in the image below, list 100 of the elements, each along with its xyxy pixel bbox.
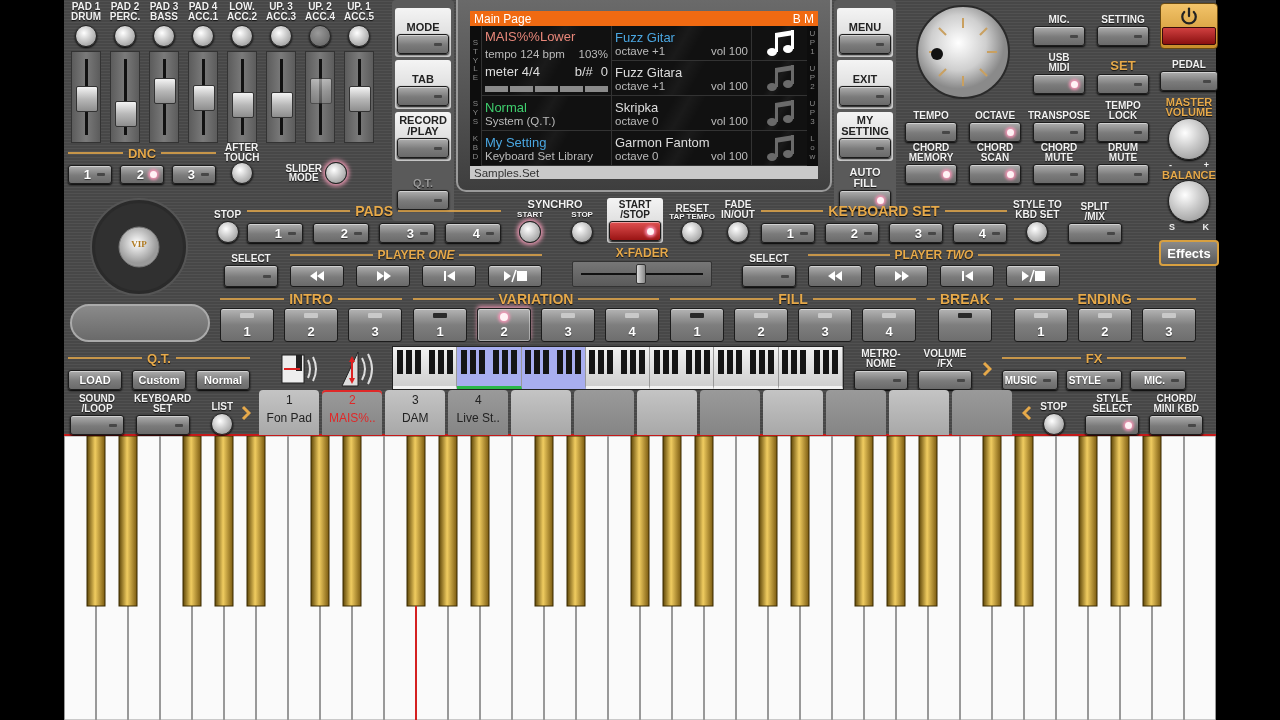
panel-button[interactable] — [969, 122, 1021, 142]
panel-button[interactable] — [918, 370, 972, 390]
section-button[interactable]: 1 — [413, 308, 467, 342]
knob[interactable] — [216, 221, 239, 243]
transport-button[interactable] — [488, 265, 542, 287]
fader-thumb[interactable] — [271, 91, 293, 118]
keyboard-set-button[interactable]: 1 — [760, 223, 815, 243]
pad-button[interactable]: 3 — [379, 223, 436, 243]
side-button[interactable] — [839, 138, 891, 158]
knob[interactable] — [211, 413, 234, 435]
section-button[interactable]: 2 — [734, 308, 788, 342]
select-button[interactable] — [224, 265, 278, 287]
channel-knob[interactable] — [270, 25, 292, 47]
fader-thumb[interactable] — [349, 85, 371, 112]
fader-thumb[interactable] — [310, 78, 332, 105]
section-button[interactable]: 1 — [1013, 308, 1068, 342]
panel-button[interactable] — [1033, 122, 1085, 142]
panel-button[interactable] — [1097, 122, 1149, 142]
mini-keyboard[interactable] — [392, 346, 844, 390]
pad-button[interactable]: 1 — [247, 223, 304, 243]
side-button[interactable] — [397, 34, 449, 54]
section-button[interactable]: 3 — [541, 308, 595, 342]
voice-slot[interactable]: Fuzz Gitar octave +1 vol 100 — [611, 26, 751, 61]
knob[interactable] — [727, 221, 749, 243]
channel-knob[interactable] — [192, 25, 214, 47]
piano-keyboard[interactable] — [64, 436, 1216, 720]
section-button[interactable]: 3 — [348, 308, 402, 342]
fader-thumb[interactable] — [154, 78, 176, 105]
pad-button[interactable]: 4 — [445, 223, 502, 243]
side-button[interactable] — [397, 190, 449, 210]
knob[interactable] — [681, 221, 704, 243]
panel-button[interactable] — [1033, 74, 1085, 94]
panel-button[interactable] — [1097, 74, 1149, 94]
keyboard-set-button[interactable]: 4 — [952, 223, 1007, 243]
panel-button[interactable] — [135, 415, 190, 435]
fx-button[interactable]: MUSIC — [1002, 370, 1058, 390]
qt-button[interactable]: LOAD — [68, 370, 122, 390]
voice-slot[interactable]: Skripka octave 0 vol 100 — [611, 96, 751, 131]
section-button[interactable]: 2 — [1077, 308, 1132, 342]
panel-button[interactable] — [1085, 415, 1140, 435]
side-button[interactable] — [839, 86, 891, 106]
fader-thumb[interactable] — [115, 101, 137, 128]
panel-button[interactable] — [1067, 223, 1122, 243]
sound-tab[interactable]: 4 Live St.. — [448, 390, 509, 435]
octave-segment[interactable] — [778, 347, 843, 389]
panel-button[interactable] — [1033, 26, 1085, 46]
section-button[interactable]: 3 — [1141, 308, 1196, 342]
section-button[interactable] — [937, 308, 992, 342]
fx-button[interactable]: MIC. — [1130, 370, 1186, 390]
transport-button[interactable] — [874, 265, 928, 287]
panel-button[interactable] — [1149, 415, 1204, 435]
section-button[interactable]: 4 — [605, 308, 659, 342]
knob[interactable] — [1042, 413, 1065, 435]
knob[interactable] — [230, 162, 253, 184]
fx-button[interactable]: STYLE — [1066, 370, 1122, 390]
sound-tab[interactable]: 1 Fon Pad — [259, 390, 320, 435]
fader-thumb[interactable] — [232, 91, 254, 118]
octave-segment[interactable] — [585, 347, 651, 389]
panel-button[interactable] — [1160, 71, 1218, 91]
section-button[interactable]: 4 — [862, 308, 916, 342]
panel-button[interactable] — [1097, 26, 1149, 46]
knob[interactable] — [1026, 221, 1049, 243]
section-button[interactable]: 3 — [798, 308, 852, 342]
transport-button[interactable] — [1006, 265, 1060, 287]
pad-button[interactable]: 2 — [313, 223, 370, 243]
volume-knob[interactable] — [1168, 117, 1210, 160]
voice-slot[interactable]: Fuzz Gitara octave +1 vol 100 — [611, 61, 751, 96]
dnc-button[interactable]: 3 — [172, 165, 216, 184]
panel-button[interactable] — [1033, 164, 1085, 184]
transport-button[interactable] — [940, 265, 994, 287]
crossfader-thumb[interactable] — [636, 264, 646, 284]
octave-segment[interactable] — [650, 347, 715, 389]
octave-segment[interactable] — [714, 347, 779, 389]
channel-knob[interactable] — [75, 25, 97, 47]
section-button[interactable]: 1 — [220, 308, 274, 342]
start-stop-button[interactable] — [609, 221, 662, 241]
dnc-button[interactable]: 1 — [68, 165, 112, 184]
knob[interactable] — [519, 221, 542, 243]
panel-button[interactable] — [854, 370, 908, 390]
channel-knob[interactable] — [348, 25, 370, 47]
transport-button[interactable] — [356, 265, 410, 287]
section-button[interactable]: 1 — [670, 308, 724, 342]
channel-knob[interactable] — [231, 25, 253, 47]
side-button[interactable] — [397, 86, 449, 106]
channel-knob[interactable] — [114, 25, 136, 47]
keyboard-set-button[interactable]: 2 — [824, 223, 879, 243]
transport-button[interactable] — [422, 265, 476, 287]
octave-segment[interactable] — [521, 347, 586, 389]
panel-button[interactable] — [905, 122, 957, 142]
channel-knob[interactable] — [153, 25, 175, 47]
qt-button[interactable]: Normal — [196, 370, 250, 390]
sound-tab[interactable]: 3 DAM — [385, 390, 446, 435]
dnc-button[interactable]: 2 — [120, 165, 164, 184]
section-button[interactable]: 2 — [284, 308, 338, 342]
fader-thumb[interactable] — [76, 85, 98, 112]
octave-segment[interactable] — [393, 347, 458, 389]
voice-slot[interactable]: Garmon Fantom octave 0 vol 100 — [611, 131, 751, 166]
panel-button[interactable] — [905, 164, 957, 184]
transport-button[interactable] — [808, 265, 862, 287]
knob[interactable] — [325, 162, 348, 184]
